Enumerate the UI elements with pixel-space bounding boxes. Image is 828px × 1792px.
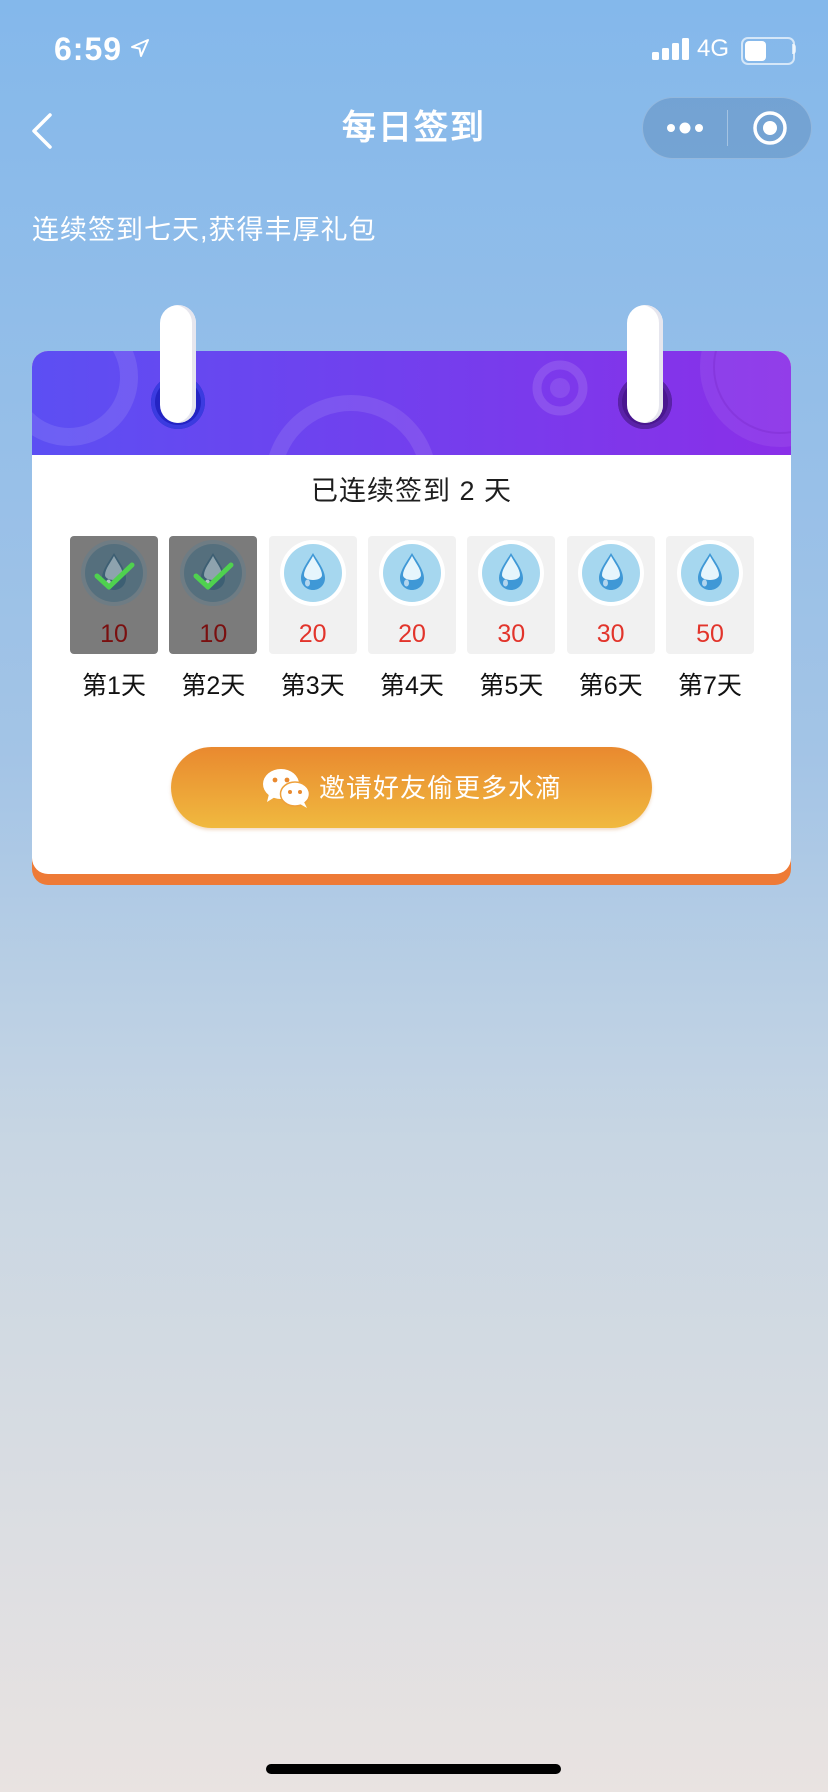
day-tile[interactable]: 50 — [665, 536, 754, 654]
day-label: 第4天 — [380, 672, 444, 700]
day-6: 30 第6天 — [566, 536, 655, 702]
day-3: 20 第3天 — [268, 536, 357, 702]
card-header — [32, 351, 791, 455]
more-dots-icon — [667, 122, 703, 134]
battery-level — [745, 41, 766, 61]
sign-in-card: 已连续签到 2 天 10 第1天 10 第2天 20 第3天 20 第4天 30… — [32, 351, 791, 885]
day-label: 第1天 — [82, 672, 146, 700]
day-tile[interactable]: 30 — [467, 536, 556, 654]
battery-icon — [741, 37, 795, 65]
reward-amount: 10 — [199, 620, 228, 648]
close-target-icon — [753, 111, 787, 145]
card-body: 已连续签到 2 天 10 第1天 10 第2天 20 第3天 20 第4天 30… — [32, 351, 791, 874]
invite-button-label: 邀请好友偷更多水滴 — [318, 772, 562, 803]
checkmark-icon — [94, 562, 135, 590]
day-7: 50 第7天 — [665, 536, 754, 702]
day-4: 20 第4天 — [367, 536, 456, 702]
reward-amount: 20 — [298, 620, 327, 648]
more-button[interactable] — [643, 98, 727, 158]
day-label: 第3天 — [280, 672, 345, 700]
day-label: 第6天 — [578, 672, 643, 700]
reward-amount: 10 — [100, 620, 128, 648]
streak-text: 已连续签到 2 天 — [310, 476, 513, 506]
calendar-hook-left — [160, 305, 196, 423]
signal-icon — [652, 38, 689, 60]
header-decoration — [32, 351, 791, 455]
water-drop-icon — [378, 540, 445, 606]
reward-amount: 30 — [596, 620, 625, 648]
invite-friends-button[interactable]: 邀请好友偷更多水滴 — [171, 747, 652, 828]
network-type: 4G — [697, 35, 730, 62]
water-drop-icon — [279, 540, 346, 606]
water-drop-icon — [676, 540, 743, 606]
subtitle: 连续签到七天,获得丰厚礼包 — [32, 215, 377, 245]
day-tile[interactable]: 10 — [70, 536, 158, 654]
day-label: 第2天 — [181, 672, 246, 700]
mini-program-capsule — [642, 97, 812, 159]
wechat-icon — [262, 768, 311, 808]
reward-amount: 30 — [497, 620, 526, 648]
day-tile[interactable]: 20 — [268, 536, 357, 654]
battery-nub — [792, 44, 796, 54]
checkmark-icon — [193, 562, 234, 590]
calendar-hook-right — [627, 305, 663, 423]
day-label: 第5天 — [479, 672, 544, 700]
day-5: 30 第5天 — [467, 536, 556, 702]
status-time: 6:59 — [54, 31, 123, 67]
day-1: 10 第1天 — [70, 536, 158, 702]
close-button[interactable] — [728, 98, 812, 158]
day-tile[interactable]: 30 — [566, 536, 655, 654]
day-tile[interactable]: 20 — [367, 536, 456, 654]
reward-amount: 50 — [696, 620, 724, 648]
water-drop-icon — [577, 540, 644, 606]
location-arrow-icon — [131, 39, 149, 57]
reward-amount: 20 — [398, 620, 426, 648]
home-indicator[interactable] — [266, 1764, 561, 1774]
day-tile[interactable]: 10 — [169, 536, 258, 654]
water-drop-icon — [478, 540, 545, 606]
day-2: 10 第2天 — [169, 536, 258, 702]
days-row: 10 第1天 10 第2天 20 第3天 20 第4天 30 第5天 30 第6… — [70, 536, 754, 702]
day-label: 第7天 — [678, 672, 742, 700]
